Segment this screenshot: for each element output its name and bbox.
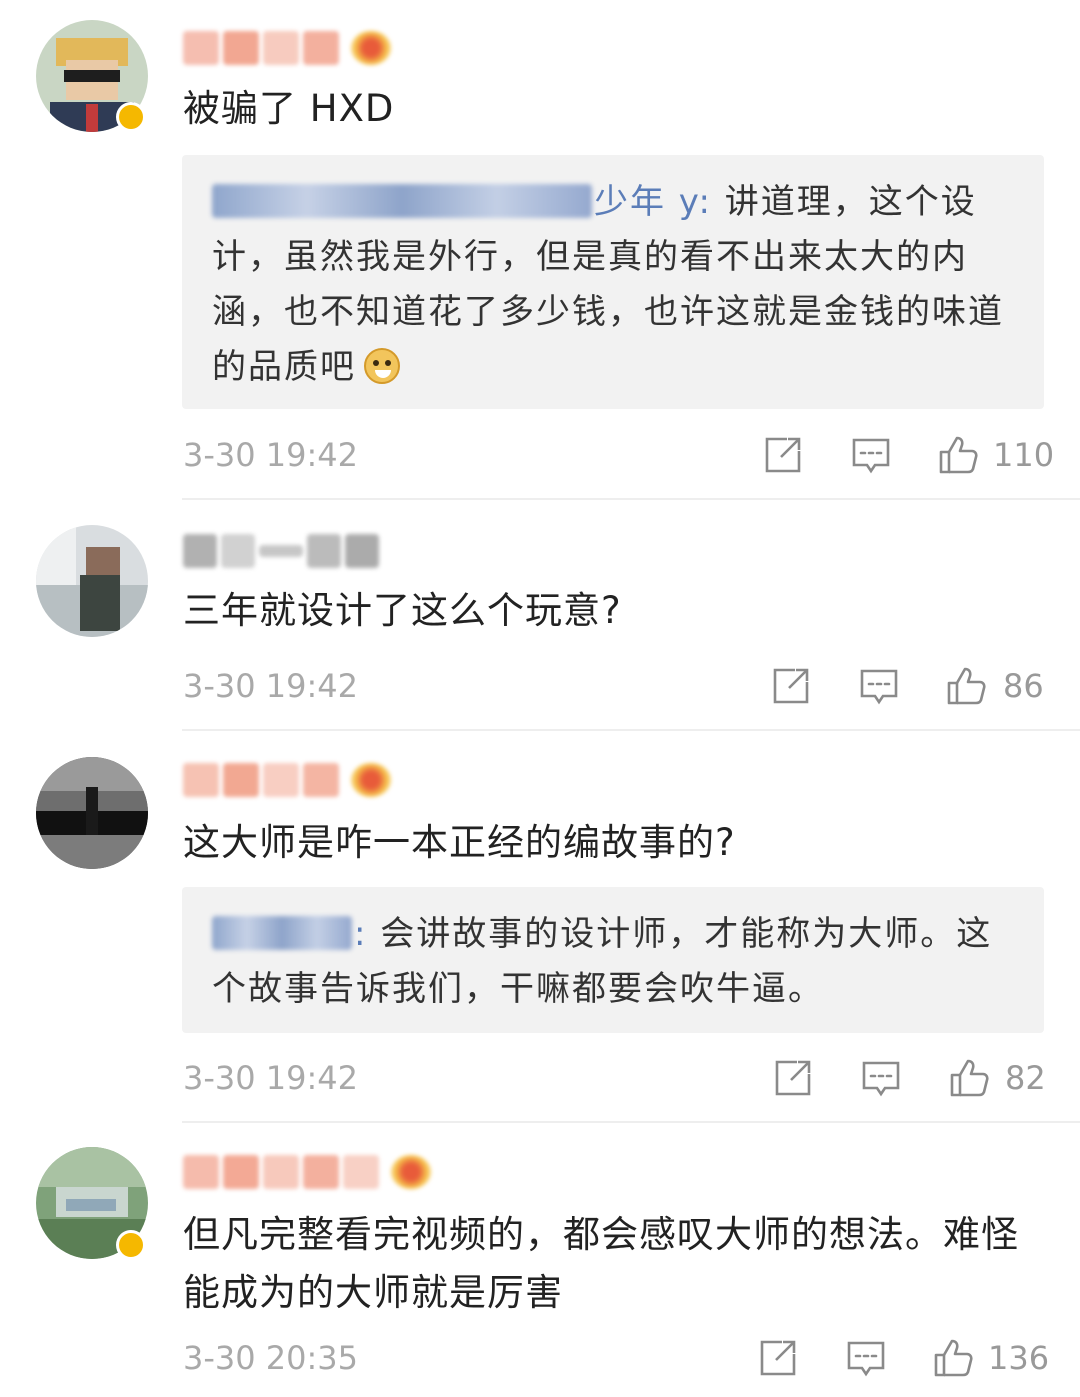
divider — [182, 498, 1080, 500]
share-icon[interactable] — [773, 1058, 813, 1098]
comment-icon[interactable] — [861, 1058, 901, 1098]
share-icon[interactable] — [763, 435, 803, 475]
verified-badge-icon — [116, 102, 146, 132]
like-count: 86 — [1003, 667, 1044, 705]
share-icon[interactable] — [771, 666, 811, 706]
crown-badge-icon — [391, 1155, 431, 1189]
thumbs-up-icon[interactable] — [949, 1058, 989, 1098]
divider — [182, 729, 1080, 731]
reply-username-blurred[interactable] — [212, 184, 592, 218]
timestamp: 3-30 19:42 — [183, 667, 359, 705]
thumbs-up-icon[interactable] — [938, 435, 978, 475]
comment-meta: 3-30 20:35 136 — [0, 1334, 1080, 1382]
comment-text: 三年就设计了这么个玩意? — [183, 589, 622, 632]
comment-text: 这大师是咋一本正经的编故事的? — [183, 821, 736, 864]
username-blurred[interactable] — [183, 533, 379, 569]
verified-badge-icon — [116, 1230, 146, 1260]
comment-icon[interactable] — [851, 435, 891, 475]
timestamp: 3-30 20:35 — [183, 1339, 359, 1377]
reply-username-blurred[interactable] — [212, 916, 352, 950]
divider — [182, 1121, 1080, 1123]
like-count: 82 — [1005, 1059, 1046, 1097]
comment-meta: 3-30 19:42 110 — [0, 431, 1080, 479]
doge-emoji-icon — [364, 348, 400, 384]
timestamp: 3-30 19:42 — [183, 1059, 359, 1097]
quoted-reply[interactable]: 少年 y: 讲道理，这个设计，虽然我是外行，但是真的看不出来太大的内涵，也不知道… — [182, 155, 1044, 409]
share-icon[interactable] — [758, 1338, 798, 1378]
comment-text: 被骗了 HXD — [183, 87, 395, 130]
comment-icon[interactable] — [859, 666, 899, 706]
username-blurred[interactable] — [183, 30, 391, 66]
reply-username[interactable]: 少年 y — [594, 182, 698, 222]
comment-meta: 3-30 19:42 86 — [0, 662, 1080, 710]
timestamp: 3-30 19:42 — [183, 436, 359, 474]
crown-badge-icon — [351, 763, 391, 797]
avatar[interactable] — [36, 525, 148, 637]
like-count: 136 — [988, 1339, 1050, 1377]
thumbs-up-icon[interactable] — [946, 666, 986, 706]
thumbs-up-icon[interactable] — [933, 1338, 973, 1378]
avatar[interactable] — [36, 757, 148, 869]
crown-badge-icon — [351, 31, 391, 65]
username-blurred[interactable] — [183, 1154, 431, 1190]
like-count: 110 — [993, 436, 1055, 474]
comment-icon[interactable] — [846, 1338, 886, 1378]
quoted-reply[interactable]: : 会讲故事的设计师，才能称为大师。这个故事告诉我们，干嘛都要会吹牛逼。 — [182, 887, 1044, 1033]
comment-meta: 3-30 19:42 82 — [0, 1054, 1080, 1102]
comment-text: 但凡完整看完视频的，都会感叹大师的想法。难怪能成为的大师就是厉害 — [183, 1213, 1019, 1314]
username-blurred[interactable] — [183, 762, 391, 798]
